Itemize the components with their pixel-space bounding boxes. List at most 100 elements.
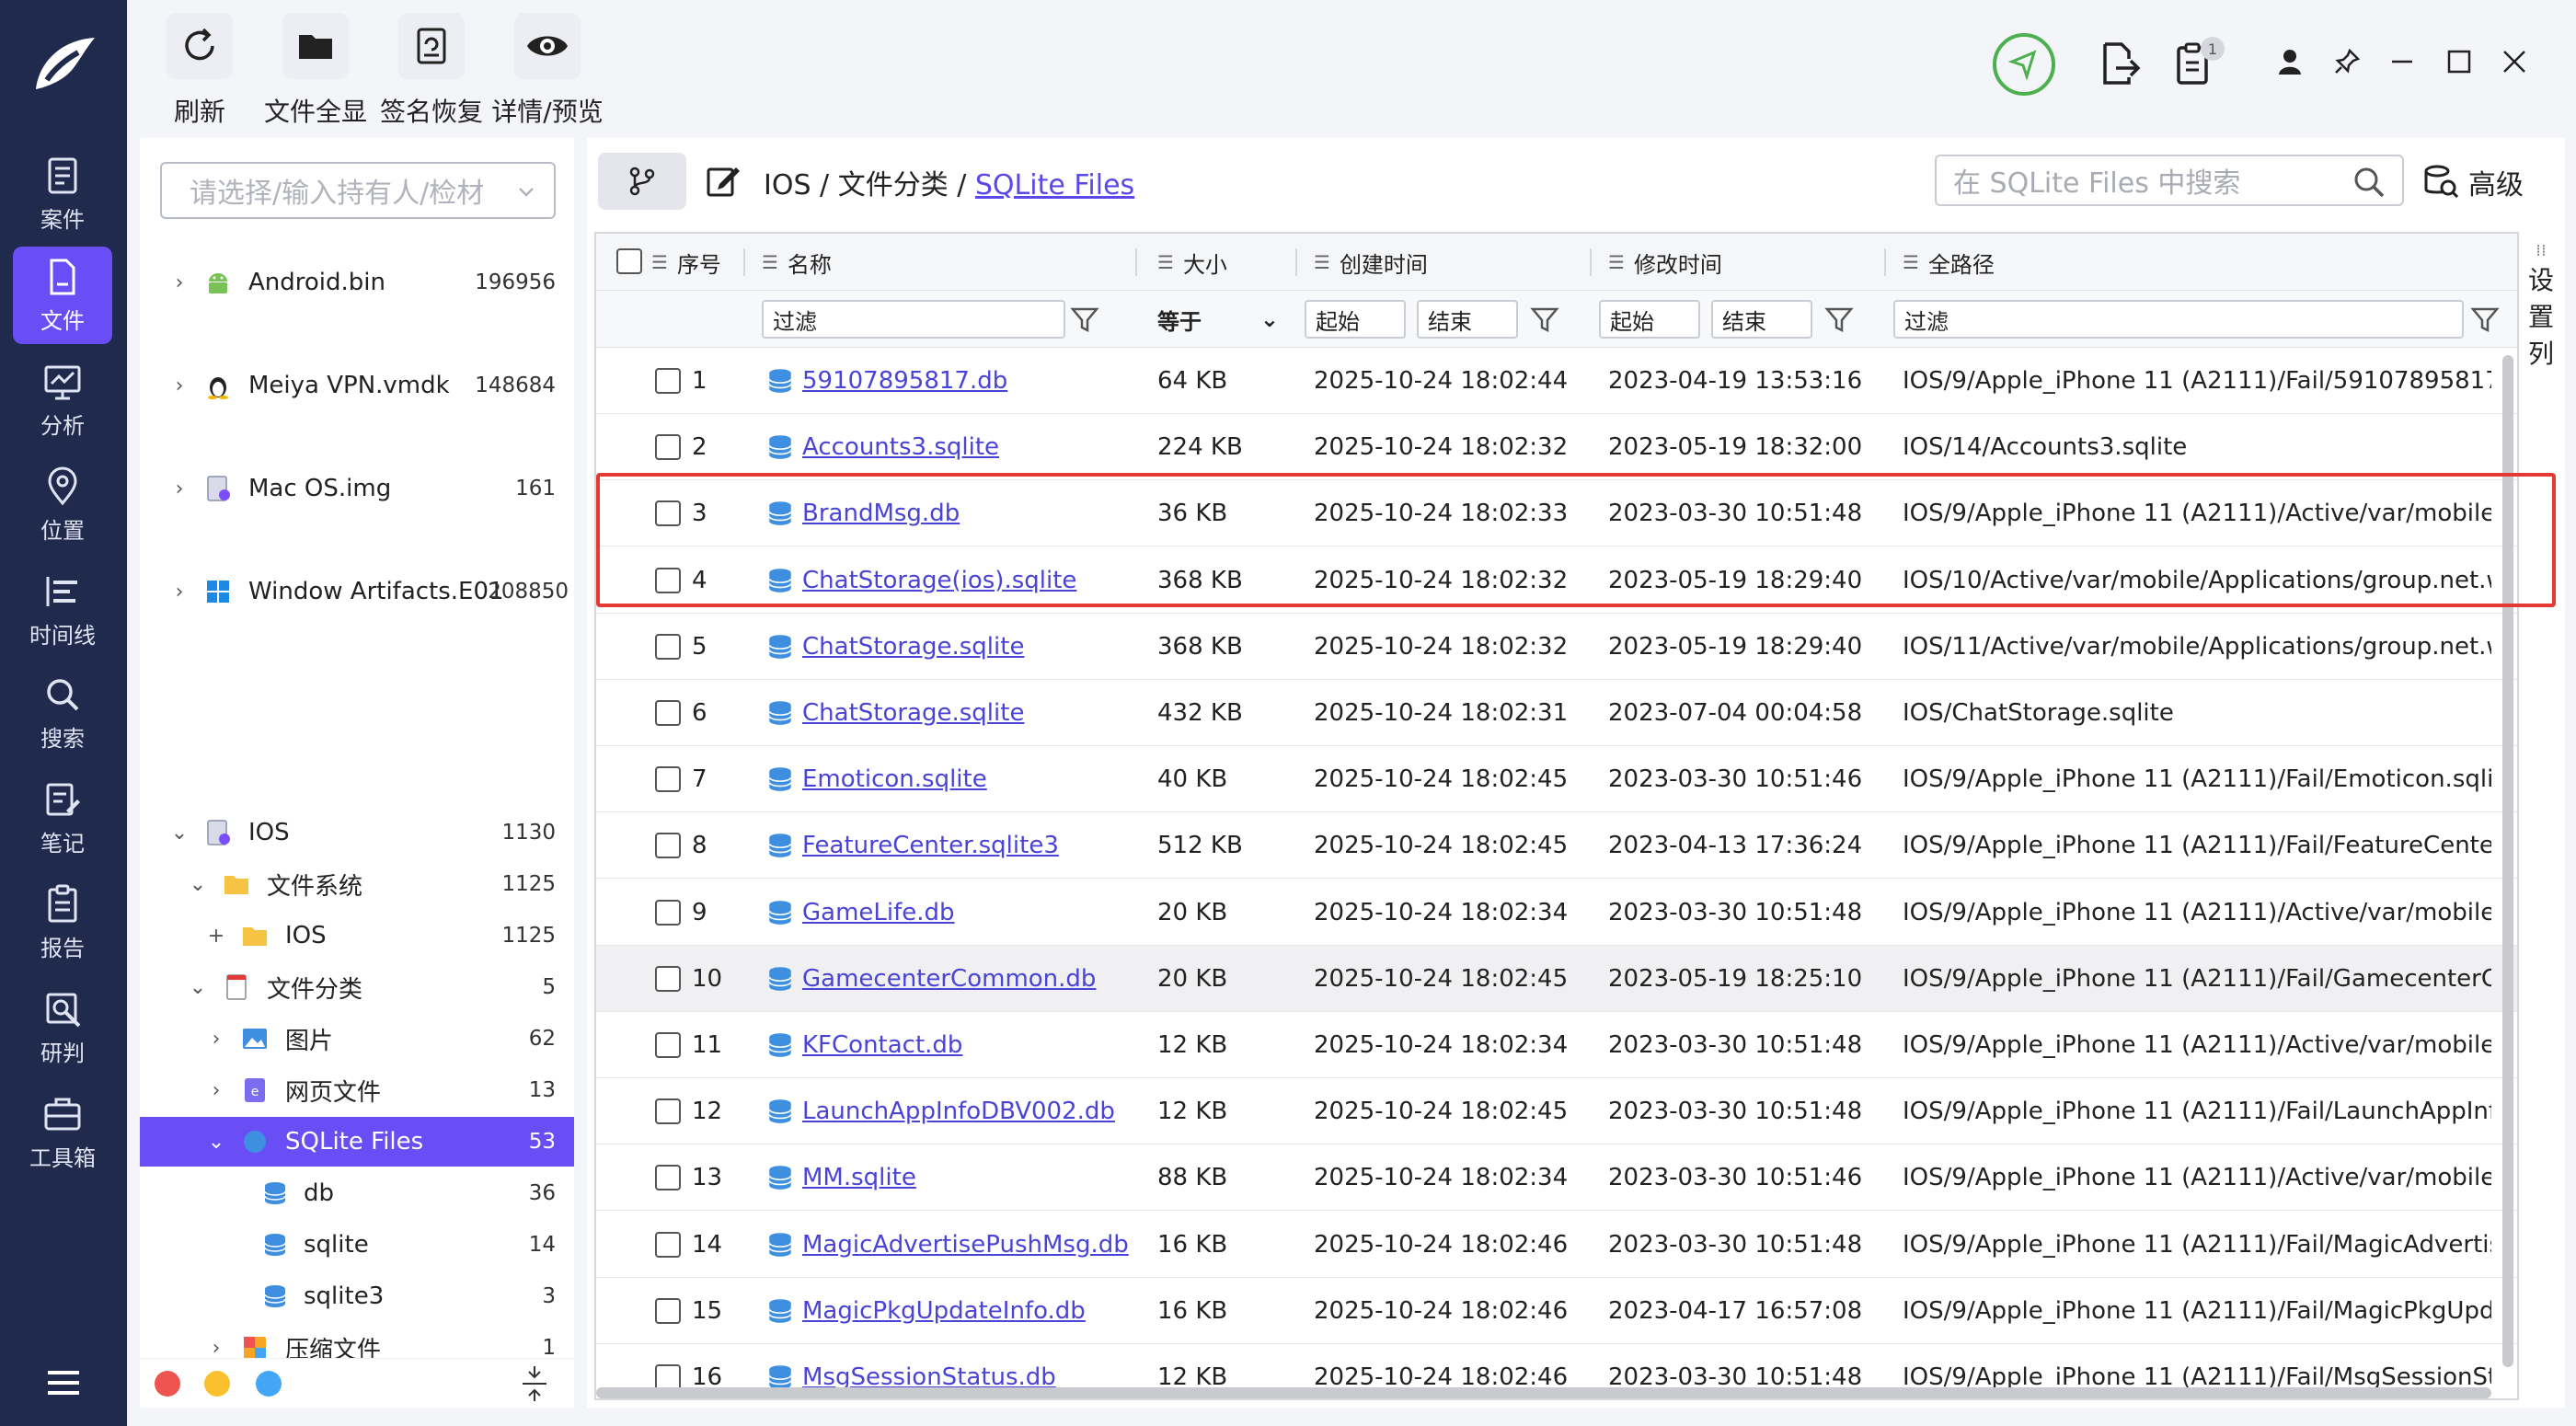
task-list-button[interactable]: 1 (2175, 37, 2225, 86)
row-checkbox[interactable] (655, 700, 681, 726)
created-start-input[interactable]: 起始 (1305, 300, 1406, 339)
red-dot[interactable] (155, 1371, 180, 1397)
tree-item-sqlite3[interactable]: sqlite3 3 (140, 1271, 574, 1321)
table-row[interactable]: 2 Accounts3.sqlite 224 KB 2025-10-24 18:02:… (596, 414, 2517, 481)
row-checkbox[interactable] (655, 965, 681, 992)
row-checkbox[interactable] (655, 1231, 681, 1258)
user-button[interactable] (2269, 40, 2311, 83)
minimize-button[interactable] (2381, 40, 2423, 83)
row-checkbox[interactable] (655, 1297, 681, 1324)
tree-item-android[interactable]: › Android.bin 196956 (140, 258, 574, 307)
row-checkbox[interactable] (655, 1364, 681, 1390)
menu-icon[interactable] (40, 1360, 86, 1406)
table-row[interactable]: 12 LaunchAppInfoDBV002.db 12 KB 2025-10-24 … (596, 1078, 2517, 1145)
file-name-link[interactable]: MagicPkgUpdateInfo.db (802, 1278, 1135, 1344)
column-divider[interactable] (1295, 248, 1297, 276)
table-row[interactable]: 5 ChatStorage.sqlite 368 KB 2025-10-24 18:0… (596, 614, 2517, 680)
file-name-link[interactable]: MM.sqlite (802, 1144, 1135, 1211)
close-button[interactable] (2493, 40, 2536, 83)
protection-status-button[interactable] (1993, 33, 2055, 96)
file-name-link[interactable]: Accounts3.sqlite (802, 414, 1135, 480)
chevron-right-icon[interactable]: › (206, 1028, 226, 1051)
row-checkbox[interactable] (655, 434, 681, 461)
tree-item-mac-os[interactable]: › Mac OS.img 161 (140, 464, 574, 513)
row-checkbox[interactable] (655, 833, 681, 859)
edit-path-icon[interactable] (705, 162, 742, 199)
table-row[interactable]: 11 KFContact.db 12 KB 2025-10-24 18:02:34 20… (596, 1012, 2517, 1078)
tree-item-sqlite-files[interactable]: ⌄ SQLite Files 53 (140, 1117, 574, 1167)
row-checkbox[interactable] (655, 766, 681, 793)
tree-item-ios-folder[interactable]: + IOS 1125 (140, 911, 574, 960)
expand-plus-icon[interactable]: + (206, 925, 226, 948)
tree-item-window-artifacts[interactable]: › Window Artifacts.E01 208850 (140, 567, 574, 616)
col-header-created[interactable]: ☰ 创建时间 (1314, 234, 1428, 291)
chevron-down-icon[interactable]: ⌄ (188, 873, 208, 896)
file-name-link[interactable]: ChatStorage.sqlite (802, 614, 1135, 680)
tree-item-file-category[interactable]: ⌄ 文件分类 5 (140, 962, 574, 1012)
nav-item-judge[interactable]: 研判 (13, 979, 112, 1076)
column-divider[interactable] (1884, 248, 1886, 276)
filter-icon[interactable] (1529, 304, 1560, 335)
nav-item-search[interactable]: 搜索 (13, 664, 112, 762)
advanced-search-button[interactable]: 高级 (2422, 158, 2524, 206)
pin-button[interactable] (2326, 40, 2368, 83)
row-checkbox[interactable] (655, 1032, 681, 1058)
nav-item-timeline[interactable]: 时间线 (13, 561, 112, 659)
row-checkbox[interactable] (655, 1098, 681, 1125)
owner-select[interactable]: 请选择/输入持有人/检材 (160, 162, 556, 219)
horizontal-scrollbar[interactable] (596, 1387, 2491, 1398)
path-filter-input[interactable]: 过滤 (1893, 300, 2464, 339)
col-header-modified[interactable]: ☰ 修改时间 (1608, 234, 1722, 291)
table-row[interactable]: 15 MagicPkgUpdateInfo.db 16 KB 2025-10-24 1… (596, 1278, 2517, 1344)
chevron-right-icon[interactable]: › (206, 1079, 226, 1102)
collapse-all-icon[interactable] (519, 1366, 550, 1405)
file-name-link[interactable]: FeatureCenter.sqlite3 (802, 812, 1135, 879)
nav-item-toolbox[interactable]: 工具箱 (13, 1084, 112, 1181)
table-row[interactable]: 1 59107895817.db 64 KB 2025-10-24 18:02:44 2… (596, 348, 2517, 414)
search-input[interactable]: 在 SQLite Files 中搜索 (1935, 155, 2404, 206)
created-end-input[interactable]: 结束 (1417, 300, 1518, 339)
table-row[interactable]: 14 MagicAdvertisePushMsg.db 16 KB 2025-10-2… (596, 1212, 2517, 1278)
chevron-right-icon[interactable]: › (169, 477, 190, 500)
row-checkbox[interactable] (655, 633, 681, 660)
yellow-dot[interactable] (204, 1371, 230, 1397)
col-header-path[interactable]: ☰ 全路径 (1903, 234, 1995, 291)
filter-icon[interactable] (1069, 304, 1100, 335)
set-columns-button[interactable]: ⁞⁞ 设 置 列 (2523, 232, 2559, 471)
file-name-link[interactable]: GamecenterCommon.db (802, 946, 1135, 1012)
chevron-right-icon[interactable]: › (169, 374, 190, 397)
nav-item-report[interactable]: 报告 (13, 874, 112, 972)
column-divider[interactable] (1135, 248, 1137, 276)
tree-item-ios[interactable]: ⌄ IOS 1130 (140, 808, 574, 857)
branch-view-button[interactable] (598, 153, 686, 210)
table-row[interactable]: 9 GameLife.db 20 KB 2025-10-24 18:02:34 2023… (596, 880, 2517, 946)
nav-item-case[interactable]: 案件 (13, 145, 112, 243)
filter-icon[interactable] (2469, 304, 2501, 335)
chevron-right-icon[interactable]: › (169, 271, 190, 294)
col-header-size[interactable]: ☰ 大小 (1157, 234, 1227, 291)
nav-item-analysis[interactable]: 分析 (13, 351, 112, 449)
col-header-name[interactable]: ☰ 名称 (762, 234, 832, 291)
modified-end-input[interactable]: 结束 (1711, 300, 1812, 339)
row-checkbox[interactable] (655, 899, 681, 926)
chevron-down-icon[interactable]: ⌄ (206, 1131, 226, 1154)
file-name-link[interactable]: 59107895817.db (802, 348, 1135, 414)
file-name-link[interactable]: KFContact.db (802, 1012, 1135, 1078)
chevron-down-icon[interactable]: ⌄ (169, 822, 190, 845)
chevron-down-icon[interactable]: ⌄ (188, 976, 208, 999)
table-row[interactable]: 13 MM.sqlite 88 KB 2025-10-24 18:02:34 2023-… (596, 1144, 2517, 1212)
export-file-button[interactable] (2099, 40, 2142, 86)
tree-item-filesystem[interactable]: ⌄ 文件系统 1125 (140, 859, 574, 909)
breadcrumb-current[interactable]: SQLite Files (975, 169, 1134, 201)
tree-item-db[interactable]: db 36 (140, 1168, 574, 1218)
tree-item-images[interactable]: › 图片 62 (140, 1014, 574, 1064)
modified-start-input[interactable]: 起始 (1599, 300, 1700, 339)
column-divider[interactable] (1590, 248, 1592, 276)
name-filter-input[interactable]: 过滤 (762, 300, 1065, 339)
select-all-checkbox[interactable] (616, 248, 642, 274)
table-row[interactable]: 7 Emoticon.sqlite 40 KB 2025-10-24 18:02:45… (596, 746, 2517, 813)
chevron-right-icon[interactable]: › (206, 1337, 226, 1360)
table-row[interactable]: 10 GamecenterCommon.db 20 KB 2025-10-24 18:… (596, 945, 2517, 1012)
chevron-right-icon[interactable]: › (169, 581, 190, 604)
col-header-index[interactable]: ☰ 序号 (651, 234, 721, 291)
